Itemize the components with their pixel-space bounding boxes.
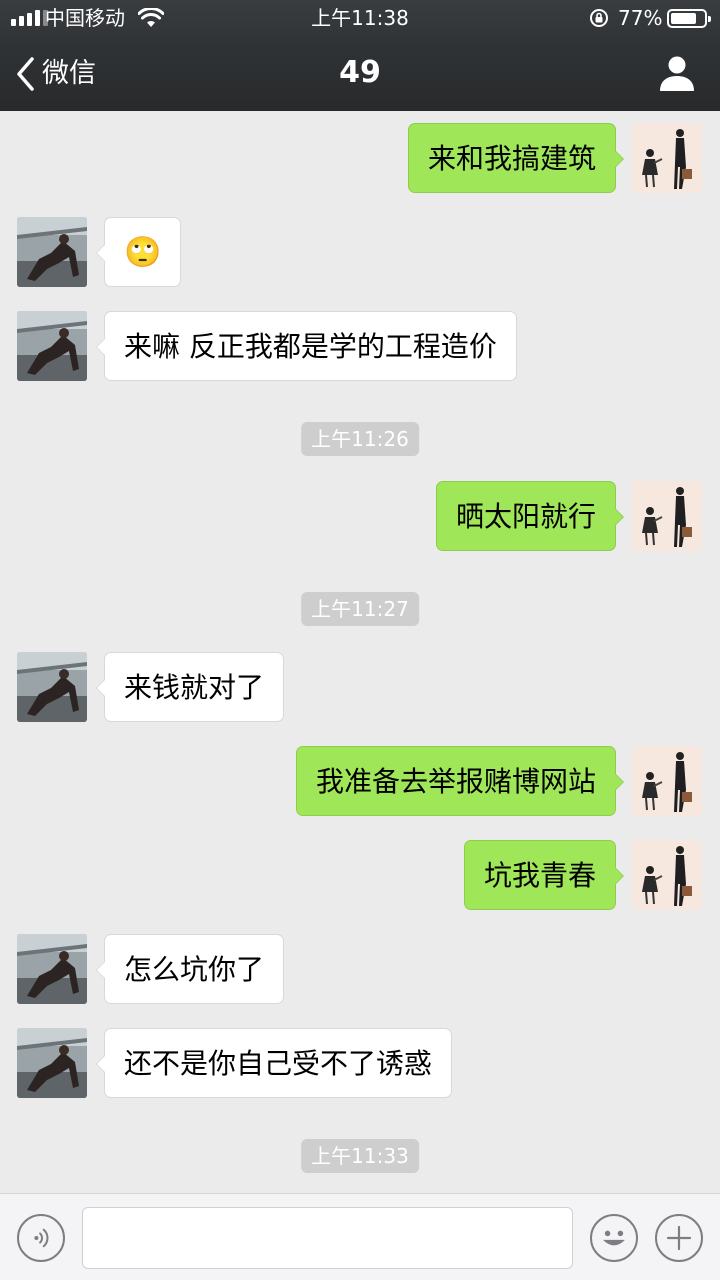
message-input[interactable] bbox=[82, 1207, 573, 1269]
status-time: 上午11:38 bbox=[311, 6, 409, 30]
chat-area[interactable]: 来和我搞建筑 🙄 来嘛 反正我都是学的工程造价上午11:26 晒太阳就行上午11:27… bbox=[0, 111, 720, 1193]
chat-timestamp: 上午11:27 bbox=[301, 592, 419, 626]
battery-fill bbox=[671, 13, 696, 24]
chat-timestamp: 上午11:26 bbox=[301, 422, 419, 456]
my-avatar[interactable] bbox=[632, 123, 702, 193]
my-message-bubble[interactable]: 来和我搞建筑 bbox=[407, 123, 625, 193]
chat-title: 49 bbox=[339, 55, 381, 90]
battery-percent: 77% bbox=[618, 6, 663, 30]
my-message-bubble[interactable]: 坑我青春 bbox=[463, 840, 625, 910]
my-avatar[interactable] bbox=[632, 481, 702, 551]
contact-message-bubble[interactable]: 还不是你自己受不了诱惑 bbox=[95, 1028, 453, 1098]
my-avatar[interactable] bbox=[632, 746, 702, 816]
contact-message-bubble[interactable]: 来嘛 反正我都是学的工程造价 bbox=[96, 311, 517, 381]
contact-avatar[interactable] bbox=[17, 311, 87, 381]
nav-bar: 微信 49 bbox=[0, 38, 720, 111]
contact-message-bubble[interactable]: 来钱就对了 bbox=[95, 652, 285, 722]
plus-icon[interactable] bbox=[655, 1214, 703, 1262]
contact-avatar[interactable] bbox=[17, 1028, 87, 1098]
chat-timestamp: 上午11:33 bbox=[301, 1139, 419, 1173]
contact-message-bubble[interactable]: 怎么坑你了 bbox=[95, 934, 285, 1004]
my-message-bubble[interactable]: 晒太阳就行 bbox=[435, 481, 625, 551]
contact-avatar[interactable] bbox=[17, 217, 87, 287]
my-message-bubble[interactable]: 我准备去举报赌博网站 bbox=[295, 746, 625, 816]
contact-avatar[interactable] bbox=[17, 652, 87, 722]
contact-avatar[interactable] bbox=[17, 934, 87, 1004]
battery-icon bbox=[667, 9, 711, 28]
status-bar: 中国移动 上午11:38 77% bbox=[0, 0, 720, 38]
person-icon[interactable] bbox=[656, 52, 698, 94]
input-bar bbox=[0, 1193, 720, 1280]
rotation-lock-icon bbox=[590, 9, 608, 27]
contact-message-bubble[interactable]: 🙄 bbox=[95, 217, 182, 287]
my-avatar[interactable] bbox=[632, 840, 702, 910]
voice-icon[interactable] bbox=[17, 1214, 65, 1262]
emoji-icon[interactable] bbox=[590, 1214, 638, 1262]
top-bar: 中国移动 上午11:38 77% 微信 49 bbox=[0, 0, 720, 111]
